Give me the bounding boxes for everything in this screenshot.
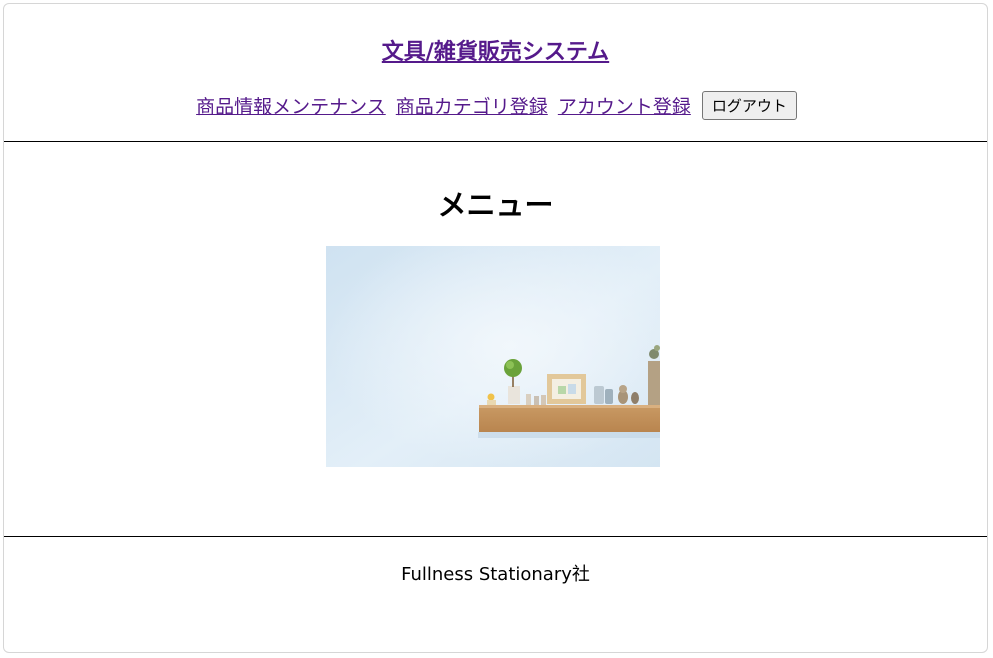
site-title: 文具/雑貨販売システム (4, 34, 987, 66)
footer-company: Fullness Stationary社 (401, 564, 590, 585)
footer-divider (4, 536, 987, 537)
menu-hero-image (326, 246, 660, 467)
menu-heading: メニュー (437, 188, 554, 222)
nav-link-category-registration[interactable]: 商品カテゴリ登録 (396, 96, 548, 118)
logout-button[interactable]: ログアウト (701, 91, 797, 120)
main-nav: 商品情報メンテナンス 商品カテゴリ登録 アカウント登録 ログアウト (4, 91, 987, 122)
nav-link-account-registration[interactable]: アカウント登録 (558, 96, 691, 118)
header-divider (4, 141, 987, 142)
browser-frame: 文具/雑貨販売システム 商品情報メンテナンス 商品カテゴリ登録 アカウント登録 … (3, 3, 988, 653)
nav-link-product-maintenance[interactable]: 商品情報メンテナンス (196, 96, 386, 118)
site-title-link[interactable]: 文具/雑貨販売システム (382, 40, 609, 65)
